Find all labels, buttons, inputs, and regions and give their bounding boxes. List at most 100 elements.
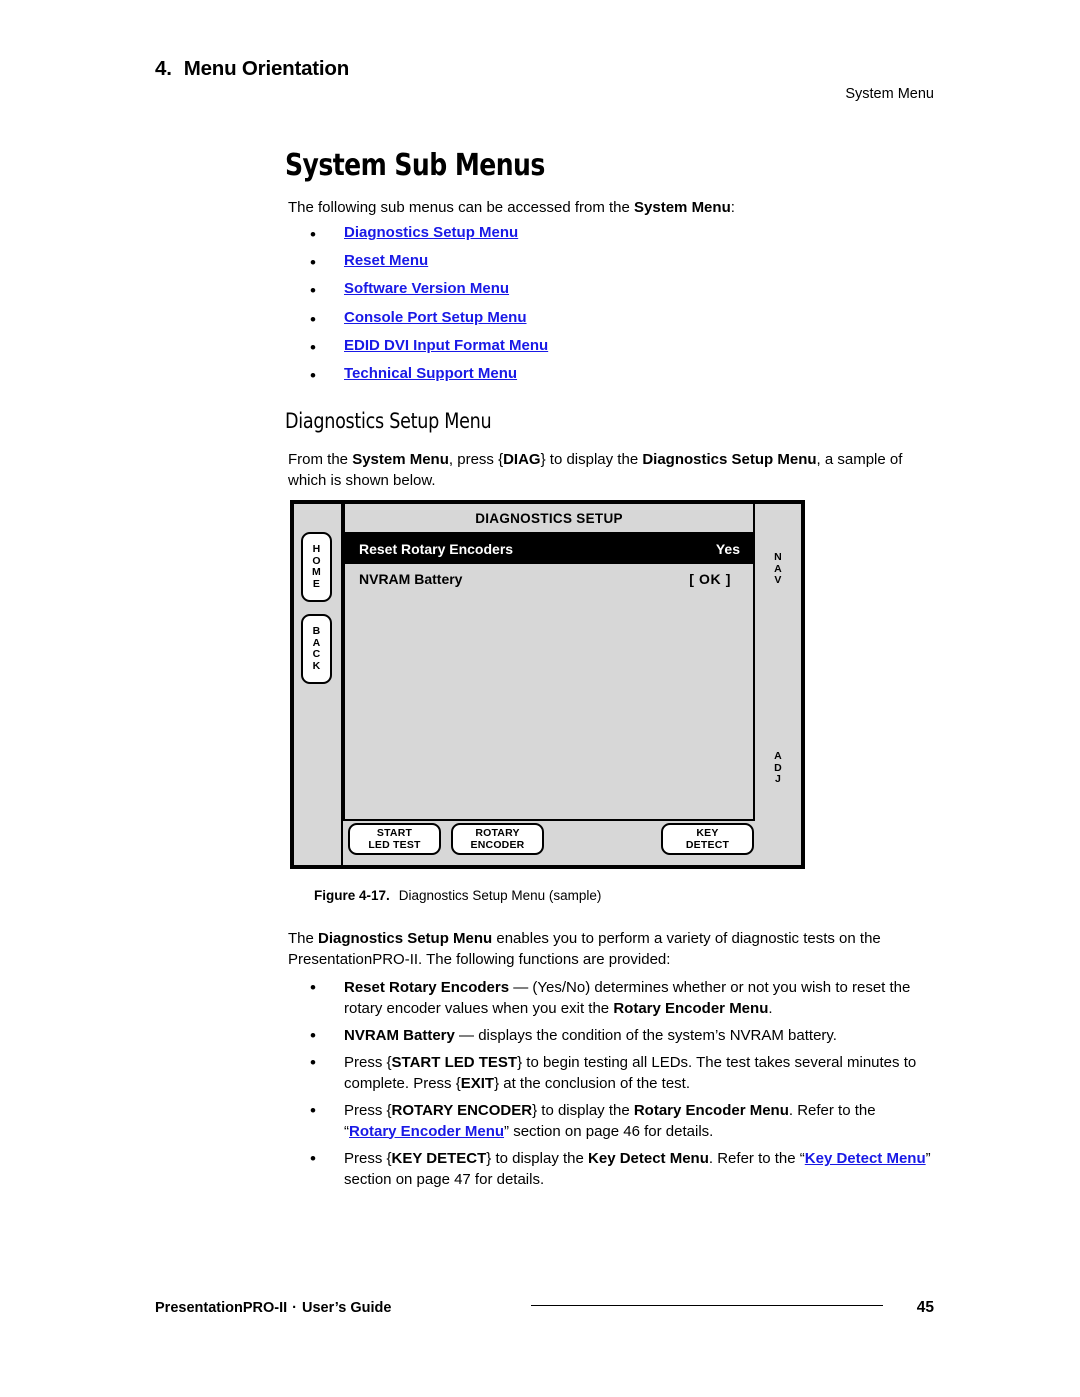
- text-fragment: From the: [288, 451, 353, 468]
- back-letter: B: [312, 625, 321, 637]
- link-rotary-encoder-menu[interactable]: Rotary Encoder Menu: [349, 1123, 504, 1140]
- link-diagnostics-setup-menu[interactable]: Diagnostics Setup Menu: [344, 224, 518, 241]
- back-button[interactable]: B A C K: [301, 614, 332, 684]
- text-fragment: — displays the condition of the system’s…: [454, 1027, 837, 1044]
- bold-rotary-encoder-key: ROTARY ENCODER: [391, 1102, 533, 1119]
- intro-bold: System Menu: [634, 199, 731, 216]
- screen-title: DIAGNOSTICS SETUP: [345, 504, 753, 534]
- link-key-detect-menu[interactable]: Key Detect Menu: [805, 1150, 926, 1167]
- text-fragment: ” section on page 46 for details.: [504, 1122, 714, 1140]
- menu-row-reset-rotary-encoders[interactable]: Reset Rotary Encoders Yes: [345, 534, 753, 564]
- page-number: 45: [916, 1299, 934, 1316]
- chapter-title-text: Menu Orientation: [183, 57, 350, 80]
- figure-caption-text: Diagnostics Setup Menu (sample): [398, 888, 602, 903]
- list-item: • Press {ROTARY ENCODER} to display the …: [310, 1101, 940, 1142]
- link-console-port-setup-menu[interactable]: Console Port Setup Menu: [344, 309, 527, 326]
- list-item[interactable]: • Software Version Menu: [310, 280, 930, 308]
- text-fragment: } to display the: [486, 1150, 589, 1167]
- menu-row-label: NVRAM Battery: [359, 571, 463, 587]
- list-item: • Press {KEY DETECT} to display the Key …: [310, 1149, 940, 1190]
- home-letter: E: [312, 577, 321, 590]
- list-item[interactable]: • Console Port Setup Menu: [310, 309, 930, 337]
- text-fragment: } to display the: [540, 451, 643, 468]
- key-detect-button[interactable]: KEY DETECT: [661, 823, 754, 855]
- button-line-2: DETECT: [685, 839, 730, 851]
- footer-product: PresentationPRO-II · User’s Guide: [155, 1300, 391, 1316]
- bold-key-detect-key: KEY DETECT: [391, 1150, 487, 1167]
- subsection-title: Diagnostics Setup Menu: [285, 409, 492, 433]
- start-led-test-button[interactable]: START LED TEST: [348, 823, 441, 855]
- figure-caption: Figure 4-17. Diagnostics Setup Menu (samp…: [314, 888, 601, 903]
- home-letter: M: [312, 566, 321, 578]
- function-list-part2: • Press {START LED TEST} to begin testin…: [310, 1053, 940, 1197]
- list-item: • Press {START LED TEST} to begin testin…: [310, 1053, 940, 1094]
- document-page: 4. Menu Orientation System Menu System Su…: [0, 0, 1080, 1397]
- bold-rotary-encoder-menu: Rotary Encoder Menu: [633, 1102, 789, 1119]
- list-item: • NVRAM Battery — displays the condition…: [310, 1026, 940, 1047]
- bold-diag-key: DIAG: [503, 451, 541, 468]
- diag-intro-paragraph: From the System Menu, press {DIAG} to di…: [288, 450, 933, 491]
- list-item: • Reset Rotary Encoders — (Yes/No) deter…: [310, 978, 940, 1019]
- bullet-icon: •: [310, 225, 316, 244]
- menu-screen: DIAGNOSTICS SETUP Reset Rotary Encoders …: [343, 504, 755, 821]
- nav-letter: V: [774, 574, 782, 586]
- footer-doc-type: User’s Guide: [301, 1300, 392, 1316]
- right-label-column: N A V A D J: [755, 504, 801, 865]
- function-list-part1: • Reset Rotary Encoders — (Yes/No) deter…: [310, 978, 940, 1054]
- list-item[interactable]: • Technical Support Menu: [310, 365, 930, 393]
- rotary-encoder-button[interactable]: ROTARY ENCODER: [451, 823, 544, 855]
- adj-letter: J: [774, 773, 782, 785]
- list-item[interactable]: • EDID DVI Input Format Menu: [310, 337, 930, 365]
- bold-diagnostics-setup-menu: Diagnostics Setup Menu: [642, 451, 817, 468]
- back-letter: C: [312, 648, 321, 660]
- bullet-icon: •: [310, 281, 316, 301]
- link-technical-support-menu[interactable]: Technical Support Menu: [344, 365, 517, 382]
- bold-rotary-encoder-menu: Rotary Encoder Menu: [613, 999, 769, 1017]
- bold-nvram-battery: NVRAM Battery: [344, 1027, 455, 1044]
- text-fragment: Press {: [344, 1054, 392, 1071]
- chapter-heading: 4. Menu Orientation: [155, 57, 349, 81]
- back-letter: K: [312, 659, 321, 672]
- button-line-2: LED TEST: [368, 839, 421, 851]
- footer-divider: [531, 1305, 883, 1306]
- function-button-strip: START LED TEST ROTARY ENCODER KEY DETECT: [343, 821, 755, 861]
- sub-menu-link-list: • Diagnostics Setup Menu • Reset Menu • …: [310, 224, 930, 393]
- button-line-1: KEY: [696, 827, 719, 839]
- list-item[interactable]: • Diagnostics Setup Menu: [310, 224, 930, 252]
- adj-letter: A: [774, 750, 782, 762]
- bullet-icon: •: [310, 1053, 316, 1072]
- link-reset-menu[interactable]: Reset Menu: [344, 252, 428, 269]
- home-letter: H: [312, 543, 321, 555]
- running-head: System Menu: [845, 86, 934, 102]
- bullet-icon: •: [310, 365, 316, 385]
- list-item[interactable]: • Reset Menu: [310, 252, 930, 280]
- intro-paragraph: The following sub menus can be accessed …: [288, 198, 933, 219]
- bold-key-detect-menu: Key Detect Menu: [588, 1150, 709, 1167]
- nav-label: N A V: [755, 551, 801, 587]
- bold-start-led-test: START LED TEST: [391, 1054, 518, 1071]
- footer-separator: ·: [292, 1300, 297, 1316]
- bullet-icon: •: [310, 978, 316, 997]
- link-edid-dvi-input-format-menu[interactable]: EDID DVI Input Format Menu: [344, 337, 548, 354]
- menu-row-nvram-battery[interactable]: NVRAM Battery [ OK ]: [345, 564, 753, 594]
- bold-reset-rotary-encoders: Reset Rotary Encoders: [344, 979, 510, 996]
- button-line-1: ROTARY: [475, 827, 520, 839]
- left-softkey-column: H O M E B A C K: [294, 504, 341, 865]
- figure-caption-label: Figure 4-17.: [314, 888, 390, 903]
- footer-product-name: PresentationPRO-II: [155, 1300, 288, 1316]
- bold-system-menu: System Menu: [352, 451, 449, 468]
- diagnostics-setup-menu-figure: H O M E B A C K DIAGNOSTICS SETUP Reset …: [290, 500, 805, 869]
- bullet-icon: •: [310, 337, 316, 357]
- button-line-2: ENCODER: [470, 839, 525, 851]
- nav-letter: N: [774, 551, 782, 563]
- chapter-number: 4.: [155, 57, 172, 80]
- bold-exit: EXIT: [460, 1074, 495, 1092]
- text-fragment: Press {: [344, 1102, 392, 1119]
- text-fragment: .: [768, 999, 773, 1017]
- intro-prefix: The following sub menus can be accessed …: [288, 199, 635, 216]
- text-fragment: } at the conclusion of the test.: [494, 1074, 691, 1092]
- home-button[interactable]: H O M E: [301, 532, 332, 602]
- page-title: System Sub Menus: [285, 148, 545, 183]
- text-fragment: , press {: [448, 451, 504, 468]
- link-software-version-menu[interactable]: Software Version Menu: [344, 280, 509, 297]
